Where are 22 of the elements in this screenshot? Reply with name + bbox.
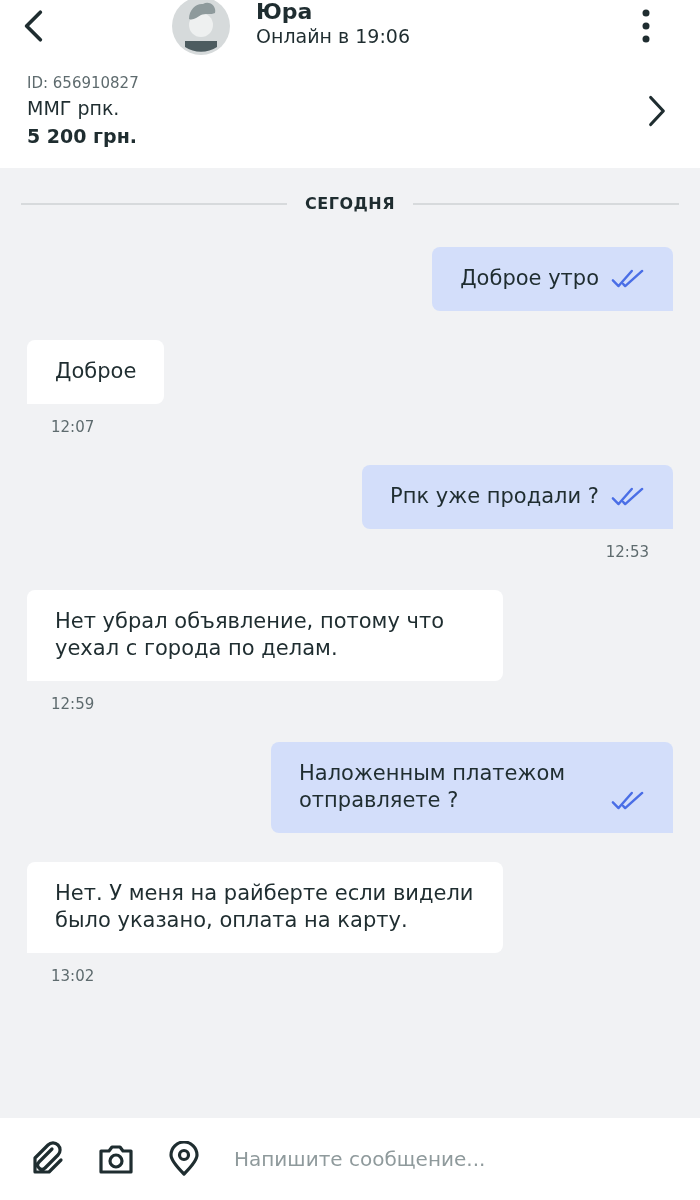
date-divider: СЕГОДНЯ [305,194,395,213]
message-text: Доброе [55,358,137,385]
chevron-right-icon[interactable] [648,94,666,128]
message-text: Рпк уже продали ? [390,483,599,510]
more-options-icon[interactable] [642,8,650,44]
message-text: Нет. У меня на райберте если видели было указано, оплата на карту. [55,880,475,934]
message-text: Наложенным платежом отправляете ? [299,760,567,814]
message-time: 12:07 [51,418,95,436]
contact-name: Юра [256,0,314,24]
message-text: Нет убрал объявление, потому что уехал с города по делам. [55,608,446,662]
listing-id: ID: 656910827 [27,73,140,94]
message-time: 12:53 [605,543,649,561]
online-status: Онлайн в 19:06 [256,24,411,48]
avatar [172,0,230,55]
location-pin-icon[interactable] [166,1141,202,1177]
message-text: Доброе утро [460,265,599,292]
back-icon[interactable] [22,9,44,43]
message-time: 12:59 [51,695,95,713]
listing-title: ММГ рпк. [27,96,121,121]
message-time: 13:02 [51,967,95,985]
listing-price: 5 200 грн. [27,124,138,149]
message-input[interactable]: Напишите сообщение... [234,1147,700,1171]
